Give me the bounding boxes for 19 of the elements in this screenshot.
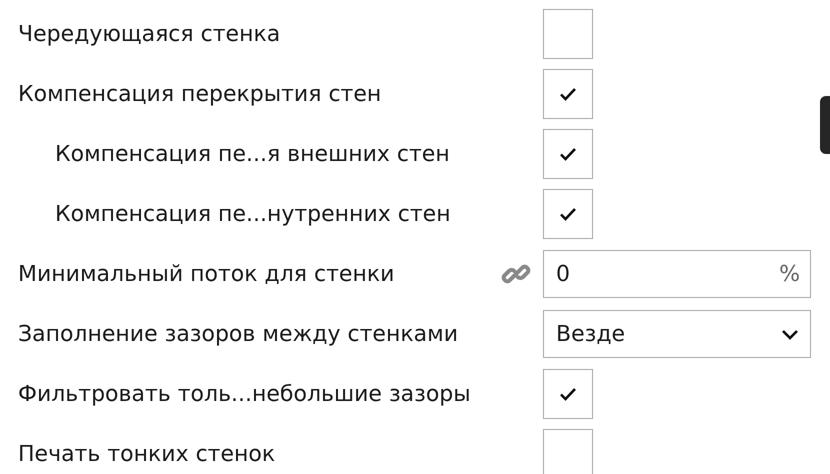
checkbox[interactable] <box>543 129 593 179</box>
setting-label: Компенсация перекрытия стен <box>17 82 382 106</box>
number-field[interactable]: 0 % <box>543 250 811 298</box>
checkbox[interactable] <box>543 9 593 59</box>
checkbox[interactable] <box>543 429 593 474</box>
field-value: 0 <box>556 262 570 286</box>
setting-label: Компенсация пе...нутренних стен <box>54 202 452 226</box>
setting-label: Фильтровать толь...небольшие зазоры <box>17 382 472 406</box>
dropdown-value: Везде <box>556 322 626 346</box>
unit-label: % <box>779 262 800 286</box>
setting-label: Компенсация пе...я внешних стен <box>54 142 451 166</box>
setting-label: Печать тонких стенок <box>17 442 276 466</box>
checkbox[interactable] <box>543 369 593 419</box>
setting-label: Заполнение зазоров между стенками <box>17 322 460 346</box>
setting-label: Чередующаяся стенка <box>17 22 282 46</box>
dropdown[interactable]: Везде <box>543 310 811 358</box>
checkbox[interactable] <box>543 69 593 119</box>
checkbox[interactable] <box>543 189 593 239</box>
setting-label: Минимальный поток для стенки <box>17 262 396 286</box>
